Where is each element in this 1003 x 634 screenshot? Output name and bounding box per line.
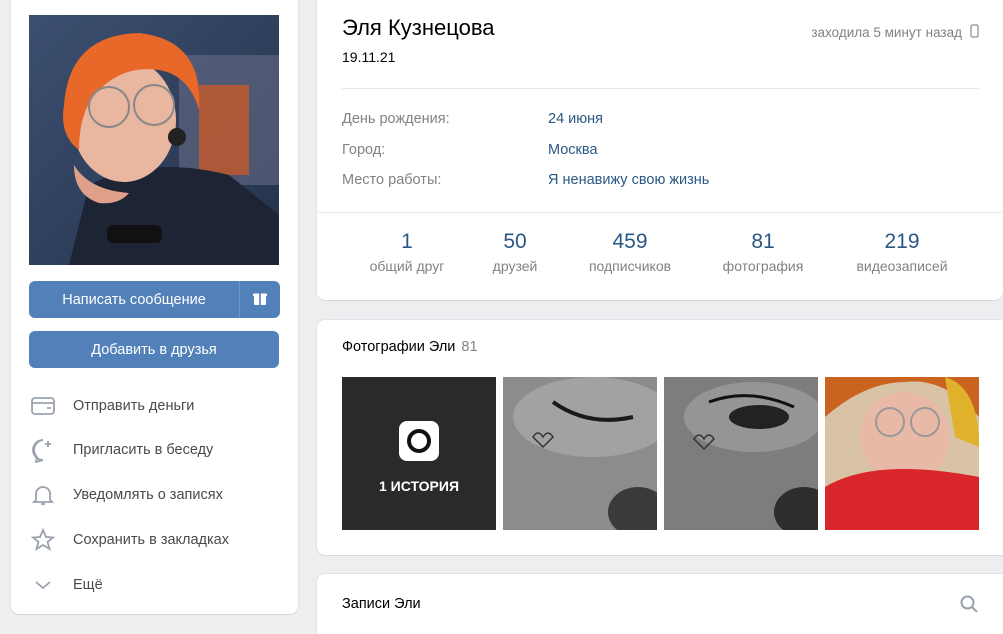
photo-thumbnail[interactable]: [664, 377, 818, 530]
counter-label: фотография: [722, 258, 804, 274]
counter-number: 81: [751, 230, 775, 253]
info-label: Город:: [342, 142, 386, 158]
invite-to-chat-action[interactable]: Пригласить в беседу: [29, 434, 279, 466]
counter-mutual-friends[interactable]: 1 общий друг: [347, 230, 467, 274]
counter-label: видеозаписей: [856, 258, 948, 274]
profile-name: Эля Кузнецова: [342, 15, 495, 40]
bell-icon: [29, 481, 57, 509]
counter-number: 1: [401, 230, 413, 253]
info-row-city: Город: Москва: [342, 142, 598, 158]
photos-title[interactable]: Фотографии Эли 81: [342, 339, 478, 355]
info-row-work: Место работы: Я ненавижу свою жизнь: [342, 172, 709, 188]
divider: [317, 212, 1003, 213]
photos-count: 81: [461, 339, 478, 355]
gift-icon: [252, 290, 268, 310]
action-label: Отправить деньги: [73, 398, 195, 414]
action-label: Сохранить в закладках: [73, 532, 229, 548]
info-label: Место работы:: [342, 172, 442, 188]
counter-number: 459: [612, 230, 648, 253]
info-value-link[interactable]: Москва: [548, 142, 598, 158]
more-action[interactable]: Ещё: [29, 569, 279, 601]
story-label: 1 ИСТОРИЯ: [378, 478, 460, 494]
write-message-button[interactable]: Написать сообщение: [29, 281, 239, 318]
notify-posts-action[interactable]: Уведомлять о записях: [29, 479, 279, 511]
last-seen: заходила 5 минут назад: [811, 24, 979, 41]
profile-status[interactable]: 19.11.21: [342, 49, 395, 65]
counter-followers[interactable]: 459 подписчиков: [570, 230, 690, 274]
profile-sidebar: Написать сообщение Добавить в друзья Отп…: [11, 0, 298, 614]
counter-videos[interactable]: 219 видеозаписей: [842, 230, 962, 274]
counter-number: 219: [884, 230, 920, 253]
counter-friends[interactable]: 50 друзей: [455, 230, 575, 274]
photos-title-text: Фотографии Эли: [342, 339, 456, 355]
action-label: Пригласить в беседу: [73, 442, 214, 458]
posts-card: Записи Эли: [317, 574, 1003, 634]
story-thumbnail[interactable]: 1 ИСТОРИЯ: [342, 377, 496, 530]
posts-title[interactable]: Записи Эли: [342, 596, 421, 612]
send-money-action[interactable]: Отправить деньги: [29, 390, 279, 422]
action-label: Ещё: [73, 577, 103, 593]
profile-info-card: Эля Кузнецова 19.11.21 заходила 5 минут …: [317, 0, 1003, 300]
chat-plus-icon: [29, 436, 57, 464]
photos-card: Фотографии Эли 81 1 ИСТОРИЯ: [317, 320, 1003, 555]
info-label: День рождения:: [342, 111, 450, 127]
counter-label: подписчиков: [588, 258, 672, 274]
action-label: Уведомлять о записях: [73, 487, 223, 503]
search-icon[interactable]: [959, 594, 979, 619]
counter-label: общий друг: [369, 258, 445, 274]
chevron-down-icon: [29, 571, 57, 599]
photo-thumbnail[interactable]: [503, 377, 657, 530]
send-gift-button[interactable]: [239, 281, 280, 318]
mobile-icon: [962, 24, 979, 41]
counter-label: друзей: [492, 258, 538, 274]
bookmark-action[interactable]: Сохранить в закладках: [29, 524, 279, 556]
counter-photos[interactable]: 81 фотография: [703, 230, 823, 274]
wallet-icon: [29, 392, 57, 420]
info-value-link[interactable]: 24 июня: [548, 111, 603, 127]
star-icon: [29, 526, 57, 554]
info-value-link[interactable]: Я ненавижу свою жизнь: [548, 172, 709, 188]
photo-thumbnail[interactable]: [825, 377, 979, 530]
last-seen-text: заходила 5 минут назад: [811, 25, 962, 40]
profile-avatar[interactable]: [29, 15, 279, 265]
add-friend-button[interactable]: Добавить в друзья: [29, 331, 279, 368]
divider: [342, 88, 979, 89]
info-row-birthday: День рождения: 24 июня: [342, 111, 603, 127]
counter-number: 50: [503, 230, 527, 253]
